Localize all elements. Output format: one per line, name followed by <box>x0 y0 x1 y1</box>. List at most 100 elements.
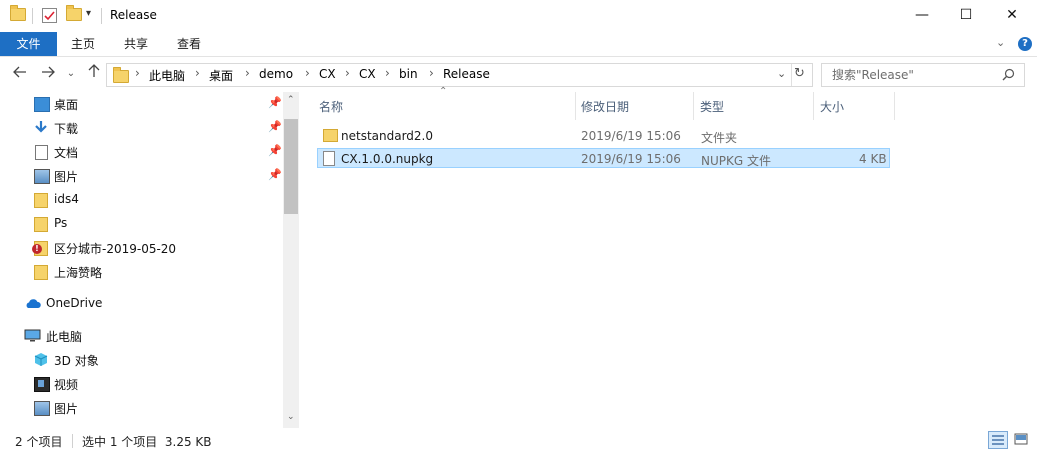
file-icon <box>323 151 335 166</box>
help-icon[interactable]: ? <box>1018 37 1032 51</box>
file-name: netstandard2.0 <box>341 129 434 143</box>
chevron-right-icon[interactable]: › <box>385 66 390 80</box>
maximize-button[interactable]: ☐ <box>943 0 989 30</box>
file-modified: 2019/6/19 15:06 <box>581 129 681 143</box>
file-type: 文件夹 <box>701 131 738 145</box>
nav-item-shanghai[interactable]: 上海赞略 <box>0 260 283 284</box>
tab-share[interactable]: 共享 <box>109 32 163 56</box>
file-row-nupkg[interactable]: CX.1.0.0.nupkg 2019/6/19 15:06 NUPKG 文件 … <box>317 148 890 168</box>
chevron-right-icon[interactable]: › <box>135 66 140 80</box>
file-name: CX.1.0.0.nupkg <box>341 152 434 166</box>
breadcrumb-cx-2[interactable]: CX <box>359 67 376 81</box>
title-bar: ▾ Release — ☐ ✕ <box>0 0 1037 32</box>
nav-item-ps[interactable]: Ps <box>0 212 283 236</box>
details-view-icon <box>992 435 1004 445</box>
new-folder-icon[interactable] <box>66 5 82 21</box>
expand-ribbon-icon[interactable]: ⌄ <box>996 36 1005 49</box>
pin-icon[interactable]: 📌 <box>268 96 282 109</box>
large-icons-view-button[interactable] <box>1012 431 1032 449</box>
file-size: 4 KB <box>859 152 887 166</box>
nav-item-3d-objects[interactable]: 3D 对象 <box>0 348 283 372</box>
up-button[interactable] <box>84 64 104 84</box>
details-view-button[interactable] <box>988 431 1008 449</box>
file-row-netstandard[interactable]: netstandard2.0 2019/6/19 15:06 文件夹 <box>317 126 890 146</box>
chevron-right-icon[interactable]: › <box>429 66 434 80</box>
nav-item-label: ids4 <box>54 192 79 206</box>
search-icon[interactable] <box>1002 68 1015 81</box>
nav-item-label: 图片 <box>54 170 79 184</box>
tab-home[interactable]: 主页 <box>57 32 109 56</box>
picture-icon <box>34 401 50 416</box>
folder-error-icon: ! <box>32 241 48 256</box>
address-dropdown-icon[interactable]: ⌄ <box>777 67 786 80</box>
breadcrumb-release[interactable]: Release <box>443 67 490 81</box>
nav-item-label: OneDrive <box>46 296 103 310</box>
computer-icon <box>24 329 41 342</box>
forward-button[interactable] <box>38 64 58 84</box>
scroll-up-icon[interactable]: ⌃ <box>287 95 295 105</box>
column-divider[interactable] <box>894 92 895 120</box>
nav-item-city[interactable]: ! 区分城市-2019-05-20 <box>0 236 283 260</box>
separator <box>101 8 102 24</box>
breadcrumb-cx[interactable]: CX <box>319 67 336 81</box>
nav-item-ids4[interactable]: ids4 <box>0 188 283 212</box>
pin-icon[interactable]: 📌 <box>268 120 282 133</box>
desktop-icon <box>34 97 50 112</box>
nav-item-onedrive[interactable]: OneDrive <box>0 292 283 316</box>
nav-item-downloads[interactable]: 下载 📌 <box>0 116 283 140</box>
tab-view[interactable]: 查看 <box>163 32 215 56</box>
pin-icon[interactable]: 📌 <box>268 168 282 181</box>
status-bar: 2 个项目 选中 1 个项目 3.25 KB <box>0 428 1037 454</box>
nav-item-label: 桌面 <box>54 98 79 112</box>
scroll-down-icon[interactable]: ⌄ <box>287 412 295 422</box>
breadcrumb-this-pc[interactable]: 此电脑 <box>149 67 185 84</box>
column-header-type[interactable]: 类型 <box>700 98 724 115</box>
nav-item-desktop[interactable]: 桌面 📌 <box>0 92 283 116</box>
search-input[interactable] <box>830 67 1002 83</box>
back-button[interactable] <box>10 64 30 84</box>
nav-item-this-pc[interactable]: 此电脑 <box>0 324 283 348</box>
cube-icon <box>34 353 48 366</box>
chevron-right-icon[interactable]: › <box>305 66 310 80</box>
breadcrumb-demo[interactable]: demo <box>259 67 293 81</box>
breadcrumb-desktop[interactable]: 桌面 <box>209 67 233 84</box>
refresh-icon[interactable]: ↻ <box>794 66 805 81</box>
tab-file[interactable]: 文件 <box>0 32 57 56</box>
chevron-right-icon[interactable]: › <box>245 66 250 80</box>
address-bar[interactable]: › 此电脑 › 桌面 › demo › CX › CX › bin › Rele… <box>106 63 813 87</box>
column-header-modified[interactable]: 修改日期 <box>581 98 629 115</box>
column-header-name[interactable]: 名称 <box>319 98 343 115</box>
chevron-right-icon[interactable]: › <box>345 66 350 80</box>
pin-icon[interactable]: 📌 <box>268 144 282 157</box>
nav-item-pictures-pc[interactable]: 图片 <box>0 396 283 420</box>
document-icon <box>35 145 48 160</box>
column-divider[interactable] <box>813 92 814 120</box>
picture-icon <box>34 169 50 184</box>
nav-scrollbar-thumb[interactable] <box>284 119 298 214</box>
minimize-button[interactable]: — <box>899 0 945 30</box>
recent-locations-button[interactable]: ⌄ <box>64 64 78 84</box>
properties-icon[interactable] <box>42 8 57 23</box>
nav-item-label: 下载 <box>54 122 79 136</box>
separator <box>791 64 792 86</box>
arrow-right-icon <box>42 66 55 78</box>
video-icon <box>34 377 50 392</box>
nav-item-pictures[interactable]: 图片 📌 <box>0 164 283 188</box>
onedrive-icon <box>26 299 41 308</box>
close-button[interactable]: ✕ <box>989 0 1035 30</box>
column-divider[interactable] <box>575 92 576 120</box>
customize-quick-access-icon[interactable]: ▾ <box>86 8 91 19</box>
address-row: ⌄ › 此电脑 › 桌面 › demo › CX › CX › bin › Re… <box>0 57 1037 91</box>
nav-item-videos[interactable]: 视频 <box>0 372 283 396</box>
arrow-up-icon <box>88 64 100 77</box>
search-box[interactable] <box>821 63 1025 87</box>
chevron-right-icon[interactable]: › <box>195 66 200 80</box>
nav-item-label: 视频 <box>54 378 79 392</box>
folder-icon <box>34 265 48 280</box>
breadcrumb-bin[interactable]: bin <box>399 67 418 81</box>
column-header-size[interactable]: 大小 <box>820 98 844 115</box>
column-divider[interactable] <box>693 92 694 120</box>
nav-item-documents[interactable]: 文档 📌 <box>0 140 283 164</box>
nav-item-label: 上海赞略 <box>54 266 103 280</box>
folder-icon <box>10 5 26 21</box>
